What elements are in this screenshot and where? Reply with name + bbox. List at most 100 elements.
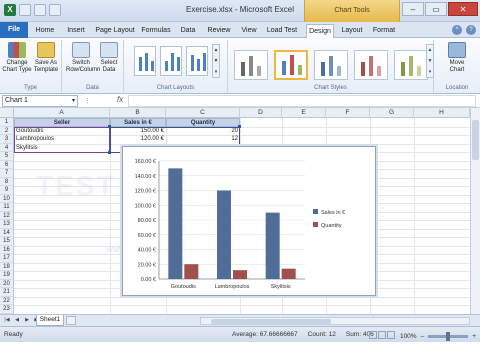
change-chart-type-button[interactable]: Change Chart Type <box>2 42 32 74</box>
select-all-corner[interactable] <box>0 108 14 118</box>
column-header-c[interactable]: C <box>166 108 240 118</box>
row-header[interactable]: 15 <box>0 237 14 246</box>
chart-bar <box>265 212 280 279</box>
grid-row-line <box>14 305 470 306</box>
chart-style-1[interactable] <box>234 50 268 80</box>
row-header[interactable]: 16 <box>0 245 14 254</box>
zoom-in-icon[interactable]: + <box>472 333 476 340</box>
tab-file[interactable]: File <box>0 22 28 38</box>
formula-input[interactable] <box>128 95 476 107</box>
chart-style-5[interactable] <box>394 50 428 80</box>
row-header[interactable]: 4 <box>0 143 14 152</box>
column-header-e[interactable]: E <box>282 108 326 118</box>
save-as-template-button[interactable]: Save As Template <box>32 42 60 74</box>
chart-style-4[interactable] <box>354 50 388 80</box>
column-header-b[interactable]: B <box>110 108 166 118</box>
prev-sheet-icon[interactable]: ◀ <box>13 316 21 325</box>
row-header[interactable]: 3 <box>0 135 14 144</box>
row-header[interactable]: 2 <box>0 126 14 135</box>
row-header[interactable]: 7 <box>0 169 14 178</box>
chart-bar <box>217 190 231 279</box>
row-header[interactable]: 22 <box>0 296 14 305</box>
tab-page-layout[interactable]: Page Layout <box>94 24 136 38</box>
restore-button[interactable]: ▭ <box>425 2 447 16</box>
close-button[interactable]: ✕ <box>448 2 478 16</box>
name-box-dropdown-icon[interactable]: ▾ <box>72 96 75 106</box>
column-header-g[interactable]: G <box>370 108 414 118</box>
row-header[interactable]: 1 <box>0 118 14 127</box>
insert-sheet-icon[interactable] <box>66 316 76 325</box>
row-header[interactable]: 8 <box>0 177 14 186</box>
row-header[interactable]: 17 <box>0 254 14 263</box>
column-header-h[interactable]: H <box>414 108 470 118</box>
row-header[interactable]: 10 <box>0 194 14 203</box>
chart-layout-2[interactable] <box>160 46 182 76</box>
chart-styles-scroll[interactable]: ▲ ▼ ▾ <box>426 44 434 78</box>
zoom-slider-handle[interactable] <box>446 331 451 341</box>
range-handle[interactable] <box>238 125 241 128</box>
zoom-level[interactable]: 100% <box>400 333 417 340</box>
minimize-ribbon-icon[interactable]: ^ <box>452 25 462 35</box>
tab-format[interactable]: Format <box>370 24 398 38</box>
name-box[interactable]: Chart 1 ▾ <box>2 95 78 107</box>
tab-view[interactable]: View <box>238 24 260 38</box>
group-data-label: Data <box>86 85 99 91</box>
tab-insert[interactable]: Insert <box>62 24 90 38</box>
row-header[interactable]: 5 <box>0 152 14 161</box>
zoom-out-icon[interactable]: – <box>421 333 425 340</box>
insert-function-icon[interactable]: fx <box>117 95 123 104</box>
select-data-button[interactable]: Select Data <box>96 42 122 74</box>
zoom-controls: 100% – + <box>368 331 476 341</box>
column-header-a[interactable]: A <box>14 108 110 118</box>
row-header[interactable]: 9 <box>0 186 14 195</box>
row-header[interactable]: 23 <box>0 305 14 314</box>
tab-load-test[interactable]: Load Test <box>264 24 300 38</box>
title-bar: X Exercise.xlsx - Microsoft Excel Chart … <box>0 0 480 22</box>
tab-data[interactable]: Data <box>176 24 200 38</box>
page-break-view-icon[interactable] <box>386 331 395 339</box>
tab-home[interactable]: Home <box>32 24 58 38</box>
switch-row-column-button[interactable]: Switch Row/Column <box>66 42 100 74</box>
range-handle[interactable] <box>108 151 111 154</box>
column-header-d[interactable]: D <box>240 108 282 118</box>
tab-review[interactable]: Review <box>204 24 234 38</box>
vertical-scroll-thumb[interactable] <box>472 120 479 160</box>
first-sheet-icon[interactable]: |◀ <box>3 316 11 325</box>
embedded-chart[interactable]: 0.00 € 20.00 € 40.00 € 60.00 € 80.00 € 100.00… <box>122 146 376 296</box>
page-layout-view-icon[interactable] <box>377 331 386 339</box>
sheet-tab-sheet1[interactable]: Sheet1 <box>36 315 64 326</box>
row-header[interactable]: 11 <box>0 203 14 212</box>
zoom-slider[interactable] <box>428 331 469 341</box>
next-sheet-icon[interactable]: ▶ <box>23 316 31 325</box>
normal-view-icon[interactable] <box>368 331 377 339</box>
formula-bar: Chart 1 ▾ ⋮ fx <box>0 94 480 108</box>
column-header-f[interactable]: F <box>326 108 370 118</box>
chart-layout-1[interactable] <box>134 46 156 76</box>
tab-design[interactable]: Design <box>306 24 334 38</box>
move-chart-button[interactable]: Move Chart <box>442 42 472 74</box>
row-header[interactable]: 19 <box>0 271 14 280</box>
row-header[interactable]: 14 <box>0 228 14 237</box>
chart-layout-3[interactable] <box>186 46 208 76</box>
chart-style-2[interactable] <box>274 50 308 80</box>
chart-style-3[interactable] <box>314 50 348 80</box>
row-header[interactable]: 20 <box>0 279 14 288</box>
row-header[interactable]: 12 <box>0 211 14 220</box>
tab-formulas[interactable]: Formulas <box>140 24 172 38</box>
tab-layout[interactable]: Layout <box>338 24 366 38</box>
table-header-seller[interactable]: Seller <box>14 118 110 127</box>
range-handle[interactable] <box>108 125 111 128</box>
vertical-scrollbar[interactable] <box>470 108 480 314</box>
horizontal-scrollbar[interactable] <box>200 317 470 325</box>
table-header-quantity[interactable]: Quantity <box>166 118 240 127</box>
help-icon[interactable]: ? <box>466 25 476 35</box>
row-header[interactable]: 6 <box>0 160 14 169</box>
row-header[interactable]: 13 <box>0 220 14 229</box>
minimize-button[interactable]: – <box>402 2 424 16</box>
chart-bar <box>168 168 183 279</box>
chart-layouts-scroll[interactable]: ▲ ▼ ▾ <box>212 44 220 78</box>
horizontal-scroll-thumb[interactable] <box>211 319 331 324</box>
table-header-sales[interactable]: Sales in € <box>110 118 166 127</box>
row-header[interactable]: 18 <box>0 262 14 271</box>
row-header[interactable]: 21 <box>0 288 14 297</box>
